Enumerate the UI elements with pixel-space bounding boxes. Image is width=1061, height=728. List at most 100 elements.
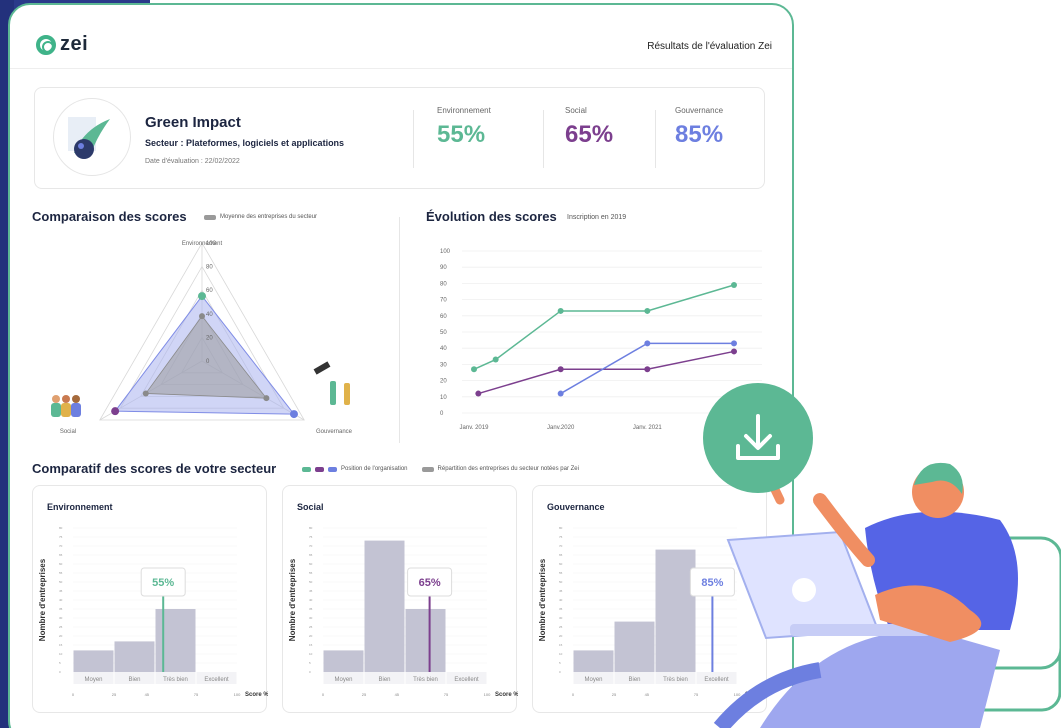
y-tick-label: 80 bbox=[59, 526, 63, 530]
y-tick-label: 35 bbox=[309, 607, 313, 611]
radar-tick-label: 20 bbox=[206, 335, 213, 341]
logo-icon bbox=[36, 34, 56, 55]
y-tick-label: 50 bbox=[559, 580, 563, 584]
people-icon bbox=[51, 395, 81, 417]
y-tick-label: 45 bbox=[59, 589, 63, 593]
y-tick-label: 35 bbox=[559, 607, 563, 611]
y-tick-label: 5 bbox=[559, 661, 561, 665]
gavel-head bbox=[313, 361, 331, 375]
y-tick-label: 50 bbox=[309, 580, 313, 584]
histogram-chart: Nombre d'entreprises 0 5 10 15 20 25 30 35 40 45 50… bbox=[288, 526, 518, 698]
data-point bbox=[492, 356, 499, 363]
histogram-bar bbox=[155, 609, 196, 672]
histogram-bar bbox=[323, 650, 364, 672]
histogram-bar bbox=[614, 621, 655, 672]
series-line bbox=[478, 350, 735, 395]
y-tick-label: 20 bbox=[440, 379, 447, 385]
y-tick-label: 25 bbox=[59, 625, 63, 629]
histogram-title: Social bbox=[297, 502, 324, 512]
radar-chart: 100806040200EnvironnementSocial Gouvernan… bbox=[51, 241, 353, 435]
logo[interactable]: zei bbox=[36, 33, 88, 56]
y-tick-label: 80 bbox=[440, 281, 447, 287]
x-tick-label: 75 bbox=[694, 692, 699, 697]
data-point bbox=[557, 307, 564, 314]
y-tick-label: 35 bbox=[59, 607, 63, 611]
sector-compare-title: Comparatif des scores de votre secteur bbox=[32, 461, 277, 476]
page-title: Résultats de l'évaluation Zei bbox=[647, 41, 772, 52]
x-tick-label: 25 bbox=[112, 692, 117, 697]
category-label: Très bien bbox=[663, 677, 688, 683]
legend-label: Répartition des entreprises du secteur n… bbox=[437, 466, 579, 472]
evaluation-date: Date d'évaluation : 22/02/2022 bbox=[145, 158, 240, 165]
legend-swatch bbox=[302, 466, 311, 472]
y-tick-label: 70 bbox=[59, 544, 63, 548]
data-point bbox=[644, 366, 651, 373]
y-tick-label: 5 bbox=[309, 661, 311, 665]
y-tick-label: 20 bbox=[59, 634, 63, 638]
data-point bbox=[644, 307, 651, 314]
person-body bbox=[61, 403, 71, 417]
y-tick-label: 75 bbox=[309, 535, 313, 539]
x-tick-label: 0 bbox=[322, 692, 325, 697]
figure-body bbox=[344, 383, 350, 405]
category-label: Moyen bbox=[84, 677, 102, 683]
divider bbox=[413, 110, 414, 168]
score-label: Environnement bbox=[437, 106, 491, 115]
y-tick-label: 10 bbox=[309, 652, 313, 656]
score-governance: Gouvernance 85% bbox=[675, 106, 723, 172]
y-tick-label: 0 bbox=[59, 670, 61, 674]
y-tick-label: 60 bbox=[59, 562, 63, 566]
organization-avatar bbox=[53, 98, 131, 176]
legend-label: Position de l'organisation bbox=[341, 466, 408, 472]
histogram-bar bbox=[114, 641, 155, 672]
y-tick-label: 70 bbox=[309, 544, 313, 548]
organization-card: Green Impact Secteur : Plateformes, logi… bbox=[34, 87, 765, 189]
y-tick-label: 80 bbox=[559, 526, 563, 530]
histogram-bar bbox=[405, 609, 446, 672]
legend-swatch bbox=[204, 214, 216, 220]
radar-axis-label: Social bbox=[60, 429, 76, 435]
score-callout-label: 65% bbox=[419, 577, 441, 589]
x-tick-label: 45 bbox=[395, 692, 400, 697]
score-callout-label: 55% bbox=[152, 577, 174, 589]
category-label: Moyen bbox=[334, 677, 352, 683]
logo-text: zei bbox=[60, 33, 89, 55]
category-label: Très bien bbox=[413, 677, 438, 683]
radar-organization-point bbox=[289, 410, 298, 419]
category-label: Bien bbox=[628, 677, 640, 683]
y-tick-label: 15 bbox=[59, 643, 63, 647]
evolution-subtitle: Inscription en 2019 bbox=[567, 214, 627, 221]
divider bbox=[543, 110, 544, 168]
y-tick-label: 20 bbox=[559, 634, 563, 638]
y-tick-label: 70 bbox=[559, 544, 563, 548]
y-tick-label: 100 bbox=[440, 249, 451, 255]
legend-label: Moyenne des entreprises du secteur bbox=[220, 214, 318, 220]
score-label: Social bbox=[565, 106, 587, 115]
y-tick-label: 60 bbox=[440, 314, 447, 320]
x-tick-label: 0 bbox=[572, 692, 575, 697]
y-axis-label: Nombre d'entreprises bbox=[288, 558, 297, 641]
organization-sector: Secteur : Plateformes, logiciels et appl… bbox=[145, 138, 345, 148]
histogram-bar bbox=[364, 540, 405, 672]
category-label: Très bien bbox=[163, 677, 188, 683]
y-tick-label: 75 bbox=[59, 535, 63, 539]
histogram-bar bbox=[573, 650, 614, 672]
y-axis-label: Nombre d'entreprises bbox=[538, 558, 547, 641]
legend-swatch bbox=[421, 466, 434, 472]
y-tick-label: 50 bbox=[59, 580, 63, 584]
histogram-bar bbox=[655, 549, 696, 672]
y-tick-label: 15 bbox=[559, 643, 563, 647]
data-point bbox=[475, 390, 482, 397]
person-laptop-illustration bbox=[703, 383, 1061, 728]
y-tick-label: 25 bbox=[309, 625, 313, 629]
radar-axis-label: Gouvernance bbox=[316, 429, 353, 435]
category-label: Moyen bbox=[584, 677, 602, 683]
person-head bbox=[72, 395, 80, 403]
radar-organization-point bbox=[198, 292, 206, 301]
histogram-chart: Nombre d'entreprises 0 5 10 15 20 25 30 35 40 45 50… bbox=[38, 526, 268, 698]
y-tick-label: 40 bbox=[440, 346, 447, 352]
histogram-card-environment: Environnement Nombre d'entreprises 0 5 10 15… bbox=[32, 485, 268, 713]
data-point bbox=[471, 366, 477, 373]
radar-tick-label: 40 bbox=[206, 312, 213, 318]
x-tick-label: 100 bbox=[484, 692, 491, 697]
